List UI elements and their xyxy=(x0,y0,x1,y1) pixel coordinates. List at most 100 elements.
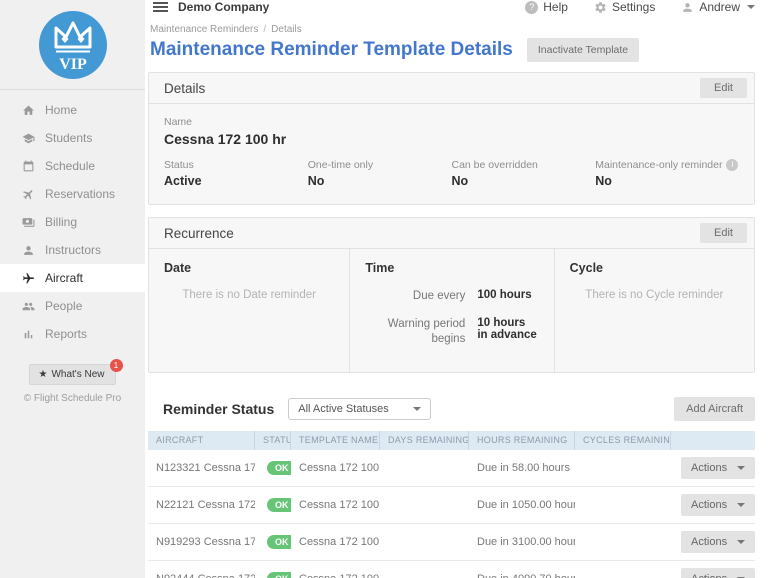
sidebar-item-schedule[interactable]: Schedule xyxy=(0,152,145,180)
no-date-reminder-text: There is no Date reminder xyxy=(164,289,334,301)
sidebar: VIP Home Students Schedule Reservations xyxy=(0,0,145,578)
table-row: N92444 Cessna 172 OK Cessna 172 100 hr D… xyxy=(148,561,755,578)
vip-crown-logo-icon: VIP xyxy=(37,9,109,81)
calendar-icon xyxy=(22,160,35,173)
settings-button[interactable]: Settings xyxy=(594,0,655,14)
table-row: N22121 Cessna 172 OK Cessna 172 100 hr D… xyxy=(148,487,755,524)
status-value: Active xyxy=(164,174,308,188)
can-be-overridden-field: Can be overridden No xyxy=(452,159,596,188)
user-name: Andrew xyxy=(699,0,740,14)
sidebar-item-billing[interactable]: Billing xyxy=(0,208,145,236)
sidebar-item-instructors[interactable]: Instructors xyxy=(0,236,145,264)
one-time-only-label: One-time only xyxy=(308,159,452,171)
hours-remaining-cell: Due in 58.00 hours xyxy=(469,462,575,474)
sidebar-item-aircraft[interactable]: Aircraft xyxy=(0,264,145,292)
user-menu[interactable]: Andrew xyxy=(681,0,755,14)
sidebar-footer: What's New 1 © Flight Schedule Pro xyxy=(0,364,145,404)
breadcrumb-details: Details xyxy=(271,24,302,35)
help-icon xyxy=(525,1,538,14)
sidebar-item-people[interactable]: People xyxy=(0,292,145,320)
sidebar-item-label: Reports xyxy=(45,327,87,341)
sidebar-item-reports[interactable]: Reports xyxy=(0,320,145,348)
add-aircraft-button[interactable]: Add Aircraft xyxy=(674,397,755,421)
no-cycle-reminder-text: There is no Cycle reminder xyxy=(570,289,739,301)
details-grid: Status Active One-time only No Can be ov… xyxy=(164,159,739,188)
actions-button[interactable]: Actions xyxy=(681,568,755,578)
students-icon xyxy=(22,132,35,145)
actions-button[interactable]: Actions xyxy=(681,457,755,479)
details-edit-button[interactable]: Edit xyxy=(700,78,747,98)
maintenance-only-label: Maintenance-only reminder xyxy=(595,159,739,171)
hamburger-menu-icon[interactable] xyxy=(153,0,168,14)
warning-period-row: Warning period begins 10 hours in advanc… xyxy=(365,317,538,348)
column-header-actions xyxy=(671,431,755,450)
recurrence-card-header: Recurrence Edit xyxy=(149,218,754,249)
actions-button[interactable]: Actions xyxy=(681,494,755,516)
chevron-down-icon xyxy=(413,407,421,411)
info-icon[interactable] xyxy=(726,159,738,171)
settings-label: Settings xyxy=(612,0,655,14)
sidebar-item-students[interactable]: Students xyxy=(0,124,145,152)
status-filter-dropdown[interactable]: All Active Statuses xyxy=(288,398,431,420)
recurrence-card-body: Date There is no Date reminder Time Due … xyxy=(149,249,754,372)
user-icon xyxy=(681,1,694,14)
due-every-value: 100 hours xyxy=(477,289,538,305)
status-badge: OK xyxy=(267,461,291,475)
title-row: Maintenance Reminder Template Details In… xyxy=(148,38,755,62)
template-name-cell: Cessna 172 100 hr xyxy=(291,499,380,511)
name-label: Name xyxy=(164,116,739,128)
sidebar-item-home[interactable]: Home xyxy=(0,96,145,124)
chevron-down-icon xyxy=(737,466,745,470)
details-card-body: Name Cessna 172 100 hr Status Active One… xyxy=(149,104,754,204)
status-badge: OK xyxy=(267,572,291,578)
recurrence-card: Recurrence Edit Date There is no Date re… xyxy=(148,217,755,373)
inactivate-template-button[interactable]: Inactivate Template xyxy=(527,38,639,62)
reminder-status-header: Reminder Status All Active Statuses Add … xyxy=(148,385,755,431)
can-be-overridden-value: No xyxy=(452,174,596,188)
column-header-hours-remaining[interactable]: HOURS REMAINING xyxy=(469,431,575,450)
details-card-title: Details xyxy=(164,81,205,96)
aircraft-cell: N123321 Cessna 172 xyxy=(148,462,255,474)
sidebar-item-reservations[interactable]: Reservations xyxy=(0,180,145,208)
whats-new-button[interactable]: What's New 1 xyxy=(29,364,115,385)
sidebar-item-label: People xyxy=(45,299,82,313)
app-window: VIP Home Students Schedule Reservations xyxy=(0,0,768,578)
column-header-status[interactable]: STATUS xyxy=(255,431,291,450)
aircraft-cell: N92444 Cessna 172 xyxy=(148,573,255,578)
status-field: Status Active xyxy=(164,159,308,188)
recurrence-card-title: Recurrence xyxy=(164,226,234,241)
column-header-cycles-remaining[interactable]: CYCLES REMAINING xyxy=(575,431,671,450)
breadcrumb: Maintenance Reminders Details xyxy=(148,24,755,35)
help-button[interactable]: Help xyxy=(525,0,568,14)
chevron-down-icon xyxy=(737,540,745,544)
chevron-down-icon xyxy=(747,5,755,9)
status-badge: OK xyxy=(267,535,291,549)
vip-logo[interactable]: VIP xyxy=(0,0,145,90)
maintenance-only-field: Maintenance-only reminder No xyxy=(595,159,739,188)
due-every-row: Due every 100 hours xyxy=(365,289,538,305)
home-icon xyxy=(22,104,35,117)
details-card: Details Edit Name Cessna 172 100 hr Stat… xyxy=(148,72,755,205)
instructor-icon xyxy=(22,244,35,257)
hours-remaining-cell: Due in 3100.00 hours xyxy=(469,536,575,548)
aircraft-icon xyxy=(22,272,35,285)
status-label: Status xyxy=(164,159,308,171)
table-row: N123321 Cessna 172 OK Cessna 172 100 hr … xyxy=(148,450,755,487)
template-name-cell: Cessna 172 100 hr xyxy=(291,573,380,578)
status-badge: OK xyxy=(267,498,291,512)
column-header-aircraft[interactable]: AIRCRAFT xyxy=(148,431,255,450)
breadcrumb-maintenance-reminders[interactable]: Maintenance Reminders xyxy=(150,24,258,35)
warning-period-value: 10 hours in advance xyxy=(477,317,538,348)
time-column-title: Time xyxy=(365,261,538,275)
sidebar-item-label: Instructors xyxy=(45,243,101,257)
column-header-template-name[interactable]: TEMPLATE NAME xyxy=(291,431,380,450)
billing-icon xyxy=(22,216,35,229)
column-header-days-remaining[interactable]: DAYS REMAINING xyxy=(380,431,469,450)
table-header-row: AIRCRAFT STATUS TEMPLATE NAME DAYS REMAI… xyxy=(148,431,755,450)
recurrence-edit-button[interactable]: Edit xyxy=(700,223,747,243)
bar-chart-icon xyxy=(22,328,35,341)
hours-remaining-cell: Due in 1050.00 hours xyxy=(469,499,575,511)
name-field: Name Cessna 172 100 hr xyxy=(164,116,739,147)
actions-button[interactable]: Actions xyxy=(681,531,755,553)
can-be-overridden-label: Can be overridden xyxy=(452,159,596,171)
